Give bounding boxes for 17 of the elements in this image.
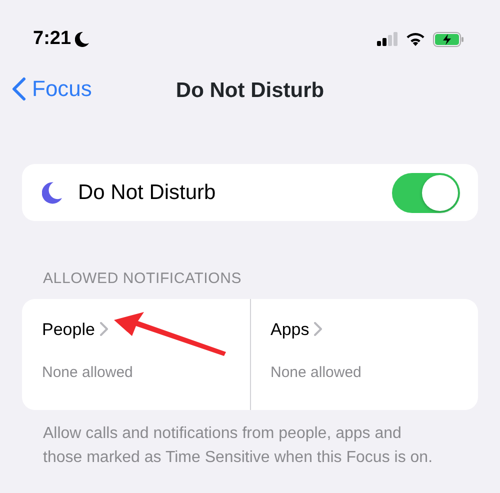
toggle-switch[interactable] <box>392 172 460 212</box>
moon-icon <box>75 32 90 46</box>
back-button[interactable]: Focus <box>12 72 92 105</box>
back-chevron-icon <box>12 76 26 100</box>
battery-icon <box>433 32 464 46</box>
category-tile[interactable]: Apps None allowed <box>250 298 478 410</box>
wifi-icon <box>406 32 425 46</box>
status-time: 7:21 <box>33 26 72 51</box>
signal-icon <box>377 32 398 46</box>
chevron-icon <box>314 322 322 336</box>
toggle-label: Do Not Disturb <box>78 180 216 206</box>
screen-title: Do Not Disturb <box>176 78 324 104</box>
moon-icon <box>42 182 62 204</box>
category-tile[interactable]: People None allowed <box>22 298 250 410</box>
section-header: ALLOWED NOTIFICATIONS <box>43 269 243 289</box>
footer-text: Allow calls and notifications from people, apps and those marked as Time Sensitive when this Focus is on. <box>43 424 434 468</box>
chevron-icon <box>100 322 108 336</box>
